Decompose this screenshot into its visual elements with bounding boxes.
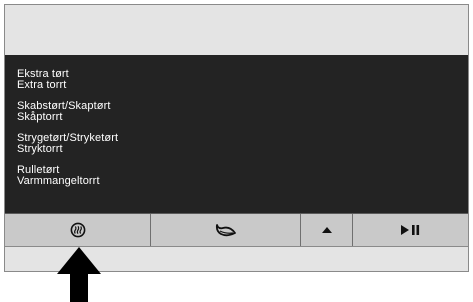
program-item: Skabstørt/Skaptørt Skåptorrt: [17, 101, 468, 123]
pointer-arrow-icon: [57, 247, 101, 302]
delicate-leaf-icon: [215, 224, 236, 237]
program-name-line2: Stryktorrt: [17, 143, 63, 155]
arrow-up-icon: [321, 227, 332, 233]
program-name-line1: Ekstra tørt: [17, 68, 69, 80]
play-pause-icon: [400, 225, 419, 235]
program-item: Strygetørt/Stryketørt Stryktorrt: [17, 133, 468, 155]
program-name-line2: Skåptorrt: [17, 111, 63, 123]
delicate-button[interactable]: [151, 214, 301, 246]
program-name-line1: Strygetørt/Stryketørt: [17, 132, 119, 144]
program-item: Ekstra tørt Extra torrt: [17, 69, 468, 91]
program-item: Rulletørt Varmmangeltorrt: [17, 165, 468, 187]
heat-button[interactable]: [5, 214, 151, 246]
button-bar: [5, 213, 468, 247]
control-panel: Ekstra tørt Extra torrt Skabstørt/Skaptø…: [4, 4, 469, 272]
program-name-line2: Varmmangeltorrt: [17, 175, 100, 187]
program-display: Ekstra tørt Extra torrt Skabstørt/Skaptø…: [5, 55, 468, 213]
heat-symbol-icon: [70, 222, 85, 238]
start-pause-button[interactable]: [353, 214, 468, 246]
program-name-line1: Skabstørt/Skaptørt: [17, 100, 111, 112]
program-name-line2: Extra torrt: [17, 79, 67, 91]
up-button[interactable]: [301, 214, 353, 246]
